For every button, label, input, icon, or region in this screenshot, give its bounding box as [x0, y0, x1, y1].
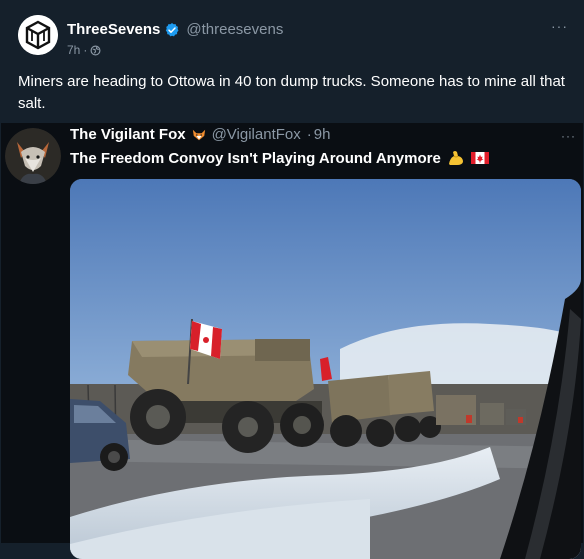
- video-thumbnail[interactable]: [70, 179, 581, 559]
- quote-timestamp[interactable]: 9h: [314, 126, 331, 143]
- truck-1: [128, 339, 324, 453]
- cube-logo-icon: [18, 15, 58, 55]
- separator-dot: ·: [306, 126, 312, 143]
- handle[interactable]: @threesevens: [186, 21, 283, 38]
- globe-audience-icon: [90, 45, 101, 55]
- separator-dot: ·: [83, 43, 88, 57]
- convoy-photo: [70, 179, 581, 559]
- quote-avatar[interactable]: [5, 128, 61, 184]
- quote-display-name[interactable]: The Vigilant Fox: [70, 126, 186, 143]
- verified-badge-icon: [166, 22, 179, 36]
- tweet-meta: 7h ·: [67, 43, 101, 57]
- more-options-button[interactable]: ···: [551, 18, 568, 34]
- flexed-biceps-emoji-icon: [448, 151, 463, 165]
- timestamp[interactable]: 7h: [67, 43, 80, 57]
- fox-emoji-icon: [192, 129, 205, 140]
- quote-text-row: The Freedom Convoy Isn't Playing Around …: [70, 149, 489, 167]
- quote-text: The Freedom Convoy Isn't Playing Around …: [70, 149, 441, 167]
- fox-avatar-icon: [5, 128, 61, 184]
- author-row: ThreeSevens @threesevens: [67, 21, 283, 38]
- quote-handle[interactable]: @VigilantFox: [212, 126, 301, 143]
- canada-flag-emoji-icon: [470, 152, 489, 164]
- quote-author-row: The Vigilant Fox @VigilantFox · 9h: [70, 126, 330, 143]
- quote-more-options-button[interactable]: ···: [561, 129, 576, 143]
- tweet-text: Miners are heading to Ottowa in 40 ton d…: [18, 73, 565, 112]
- display-name[interactable]: ThreeSevens: [67, 21, 160, 38]
- avatar[interactable]: [18, 15, 58, 55]
- tweet: ThreeSevens @threesevens 7h · ··· Miners…: [0, 0, 584, 559]
